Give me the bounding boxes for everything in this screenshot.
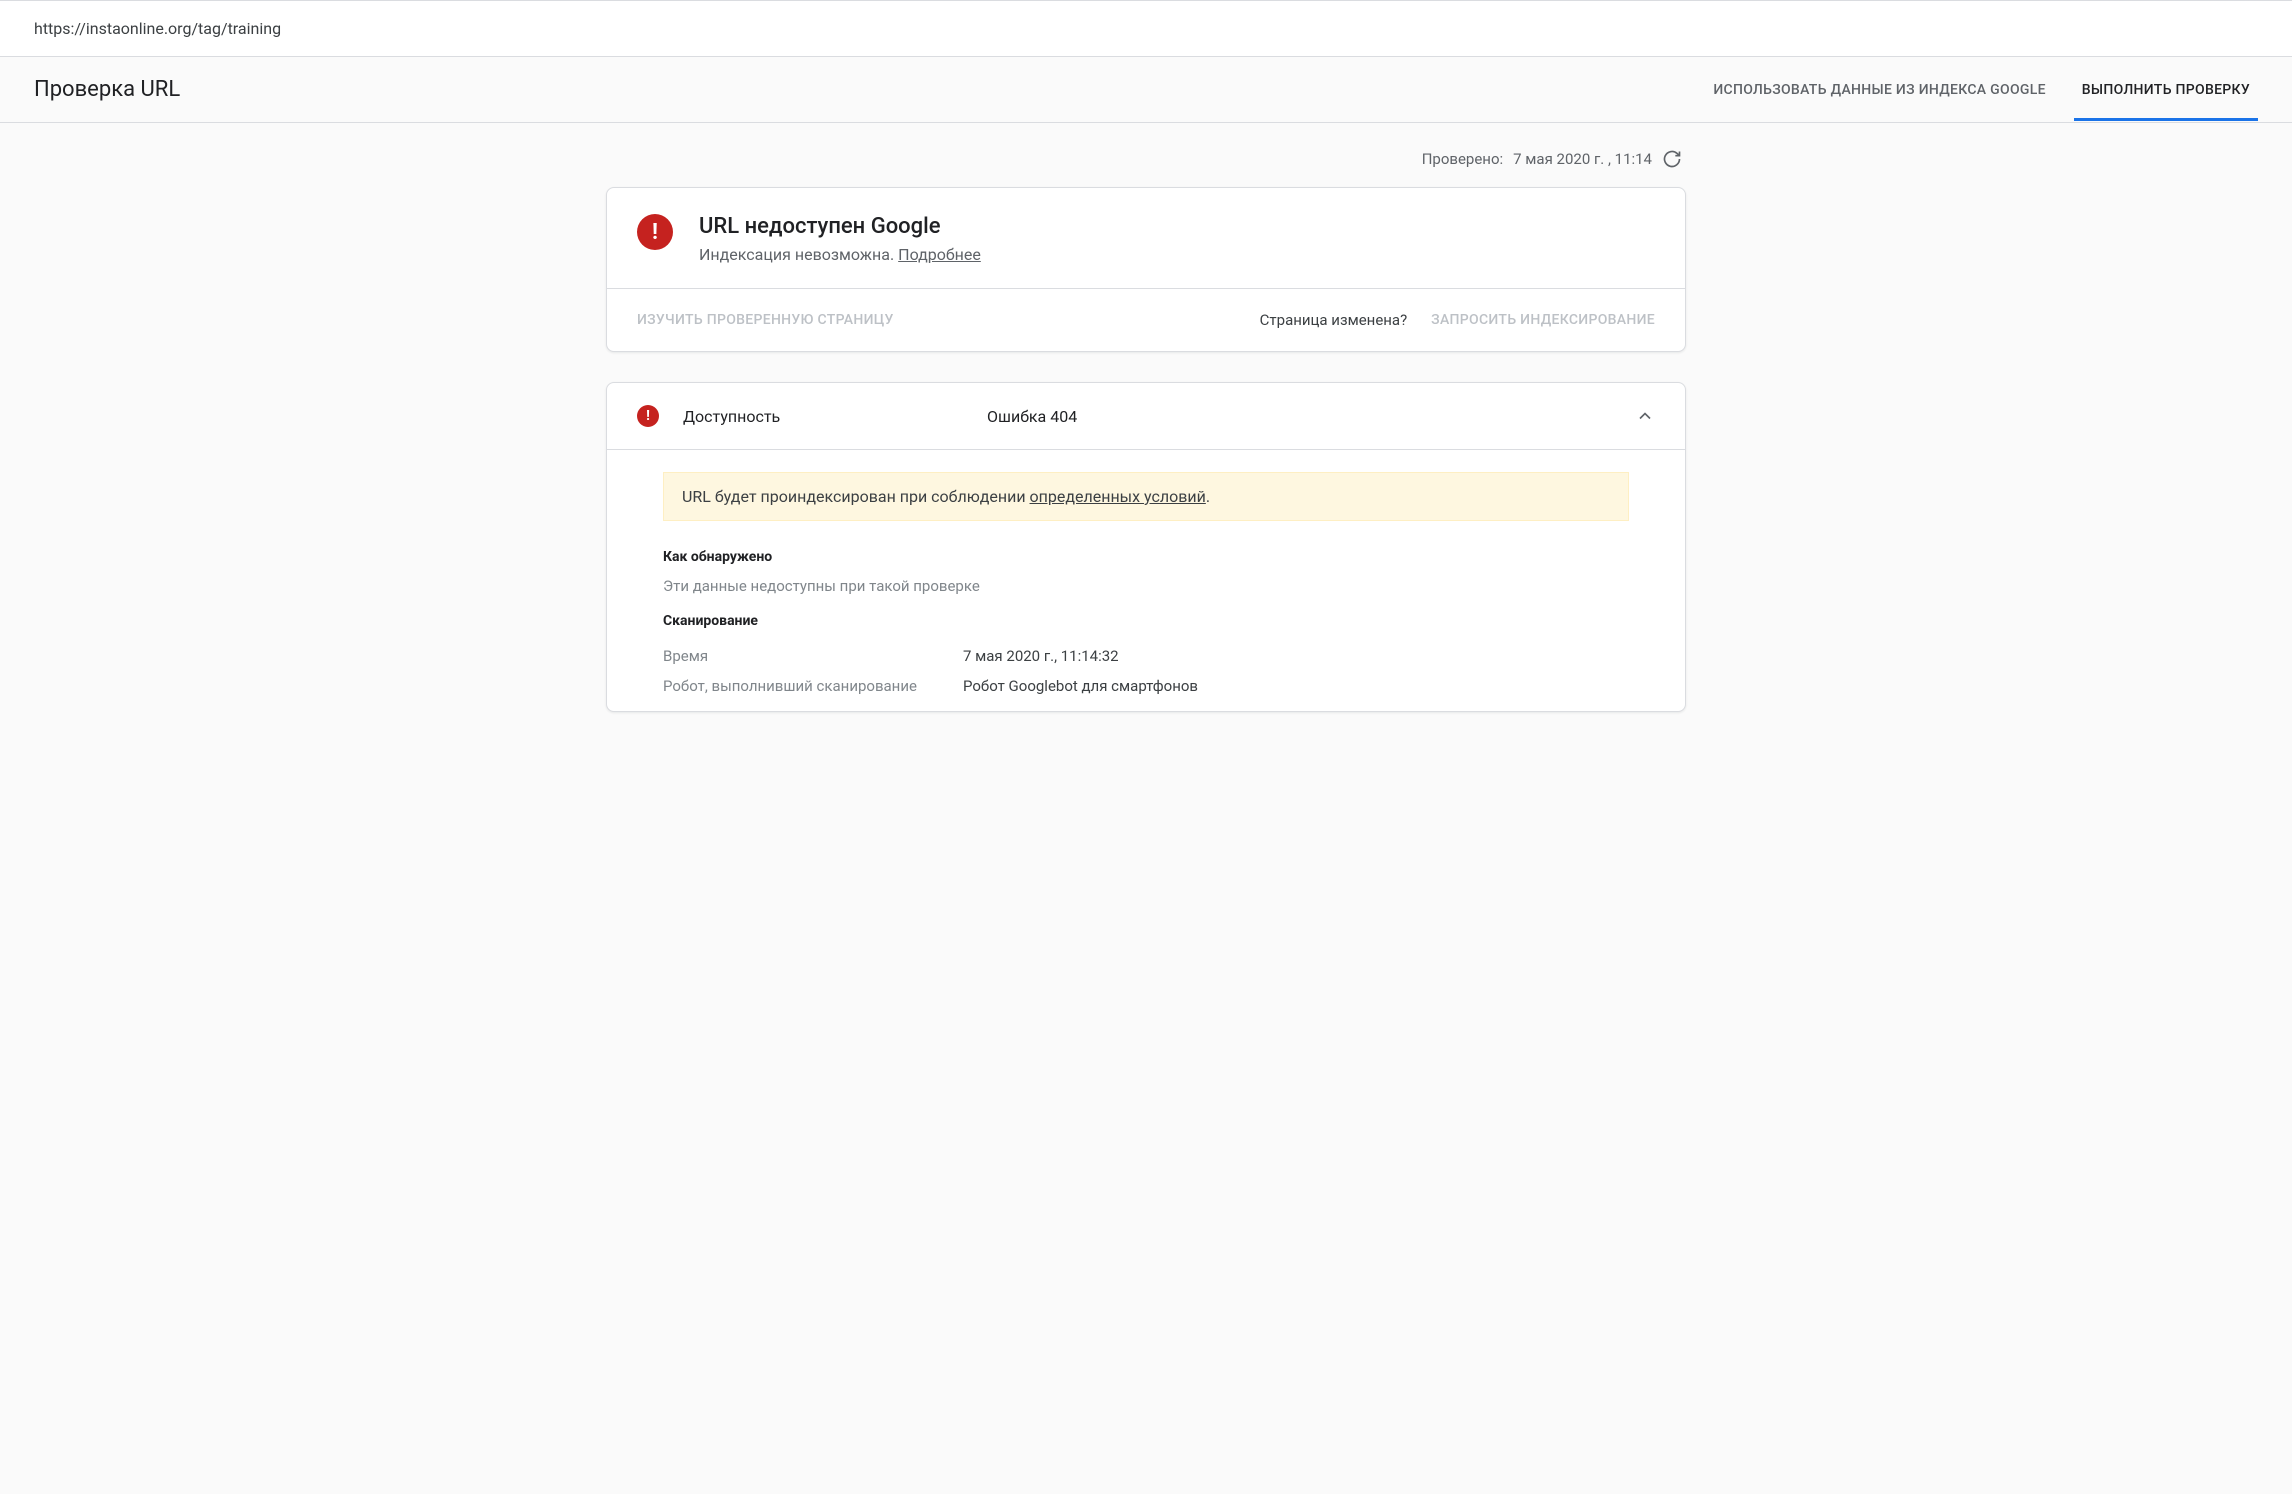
accessibility-label: Доступность (683, 407, 963, 426)
status-card: ! URL недоступен Google Индексация невоз… (606, 187, 1686, 352)
error-icon: ! (637, 405, 659, 427)
tab-run-check[interactable]: ВЫПОЛНИТЬ ПРОВЕРКУ (2074, 58, 2258, 121)
main-container: Проверено: 7 мая 2020 г. , 11:14 ! URL н… (596, 123, 1696, 782)
header-row: Проверка URL ИСПОЛЬЗОВАТЬ ДАННЫЕ ИЗ ИНДЕ… (0, 57, 2292, 123)
checked-timestamp: 7 мая 2020 г. , 11:14 (1513, 150, 1652, 168)
crawl-key-time: Время (663, 647, 963, 665)
crawl-key-bot: Робот, выполнивший сканирование (663, 677, 963, 695)
tabs: ИСПОЛЬЗОВАТЬ ДАННЫЕ ИЗ ИНДЕКСА GOOGLE ВЫ… (1705, 58, 2258, 121)
chevron-up-icon (1635, 406, 1655, 426)
view-tested-page-button: ИЗУЧИТЬ ПРОВЕРЕННУЮ СТРАНИЦУ (637, 312, 894, 328)
notice-text: URL будет проиндексирован при соблюдении (682, 487, 1030, 506)
learn-more-link[interactable]: Подробнее (898, 245, 981, 264)
status-text-block: URL недоступен Google Индексация невозмо… (699, 214, 981, 264)
discovery-heading: Как обнаружено (663, 549, 1629, 565)
notice-link[interactable]: определенных условий (1030, 487, 1206, 506)
refresh-icon[interactable] (1662, 149, 1682, 169)
crawl-row: Робот, выполнивший сканирование Робот Go… (663, 671, 1629, 701)
tab-use-index-data[interactable]: ИСПОЛЬЗОВАТЬ ДАННЫЕ ИЗ ИНДЕКСА GOOGLE (1705, 58, 2053, 121)
url-value: https://instaonline.org/tag/training (34, 19, 281, 38)
page-title: Проверка URL (34, 57, 180, 122)
accessibility-value: Ошибка 404 (987, 407, 1611, 426)
checked-row: Проверено: 7 мая 2020 г. , 11:14 (606, 143, 1686, 187)
crawl-val-bot: Робот Googlebot для смартфонов (963, 677, 1629, 695)
notice-tail: . (1206, 487, 1210, 506)
crawl-heading: Сканирование (663, 613, 1629, 629)
accessibility-body: URL будет проиндексирован при соблюдении… (607, 450, 1685, 711)
status-subtitle-text: Индексация невозможна. (699, 245, 894, 264)
status-subtitle: Индексация невозможна. Подробнее (699, 245, 981, 264)
url-bar[interactable]: https://instaonline.org/tag/training (0, 0, 2292, 57)
accessibility-card: ! Доступность Ошибка 404 URL будет проин… (606, 382, 1686, 712)
page-changed-label: Страница изменена? (1260, 311, 1408, 329)
crawl-row: Время 7 мая 2020 г., 11:14:32 (663, 641, 1629, 671)
indexing-notice: URL будет проиндексирован при соблюдении… (663, 472, 1629, 521)
status-card-actions: ИЗУЧИТЬ ПРОВЕРЕННУЮ СТРАНИЦУ Страница из… (607, 288, 1685, 351)
status-title: URL недоступен Google (699, 214, 981, 239)
status-card-right-actions: Страница изменена? ЗАПРОСИТЬ ИНДЕКСИРОВА… (1260, 311, 1655, 329)
request-indexing-button: ЗАПРОСИТЬ ИНДЕКСИРОВАНИЕ (1431, 312, 1655, 328)
checked-prefix: Проверено: (1422, 150, 1503, 168)
error-icon: ! (637, 214, 673, 250)
crawl-val-time: 7 мая 2020 г., 11:14:32 (963, 647, 1629, 665)
discovery-body: Эти данные недоступны при такой проверке (663, 577, 1629, 595)
status-top: ! URL недоступен Google Индексация невоз… (607, 188, 1685, 288)
accessibility-header[interactable]: ! Доступность Ошибка 404 (607, 383, 1685, 450)
